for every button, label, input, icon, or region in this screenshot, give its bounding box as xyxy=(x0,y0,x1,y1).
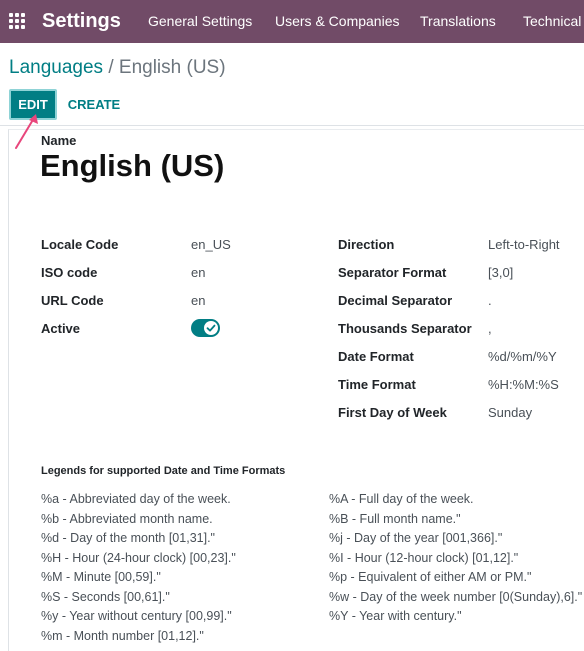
legend-item: %S - Seconds [00,61]." xyxy=(41,590,170,604)
legend-item: %H - Hour (24-hour clock) [00,23]." xyxy=(41,551,236,565)
legend-item: %w - Day of the week number [0(Sunday),6… xyxy=(329,590,583,604)
legend-item: %d - Day of the month [01,31]." xyxy=(41,531,215,545)
legend-item: %A - Full day of the week. xyxy=(329,492,474,506)
apps-grid-icon[interactable] xyxy=(9,13,26,30)
direction-label: Direction xyxy=(338,237,395,252)
record-name: English (US) xyxy=(40,148,225,183)
legend-item: %M - Minute [00,59]." xyxy=(41,570,161,584)
decimal-separator-value: . xyxy=(488,293,492,308)
legend-item: %m - Month number [01,12]." xyxy=(41,629,204,643)
menu-general-settings[interactable]: General Settings xyxy=(148,13,252,29)
active-toggle[interactable] xyxy=(191,319,220,337)
locale-code-value: en_US xyxy=(191,237,231,252)
url-code-label: URL Code xyxy=(41,293,104,308)
time-format-value: %H:%M:%S xyxy=(488,377,559,392)
legends-title: Legends for supported Date and Time Form… xyxy=(41,465,286,477)
time-format-label: Time Format xyxy=(338,377,416,392)
thousands-separator-label: Thousands Separator xyxy=(338,321,472,336)
legend-item: %j - Day of the year [001,366]." xyxy=(329,531,503,545)
first-day-of-week-value: Sunday xyxy=(488,405,533,420)
create-button[interactable]: CREATE xyxy=(64,89,124,120)
legend-item: %I - Hour (12-hour clock) [01,12]." xyxy=(329,551,519,565)
separator-format-label: Separator Format xyxy=(338,265,447,280)
url-code-value: en xyxy=(191,293,206,308)
menu-technical[interactable]: Technical xyxy=(523,13,581,29)
name-label: Name xyxy=(41,133,77,148)
breadcrumb-separator: / xyxy=(108,57,114,78)
legend-item: %p - Equivalent of either AM or PM." xyxy=(329,570,532,584)
legend-item: %Y - Year with century." xyxy=(329,609,462,623)
legend-item: %a - Abbreviated day of the week. xyxy=(41,492,231,506)
app-brand[interactable]: Settings xyxy=(42,10,121,33)
toggle-knob xyxy=(204,321,218,335)
iso-code-value: en xyxy=(191,265,206,280)
legend-item: %B - Full month name." xyxy=(329,512,461,526)
breadcrumb-languages-link[interactable]: Languages xyxy=(9,57,103,78)
locale-code-label: Locale Code xyxy=(41,237,119,252)
legend-item: %b - Abbreviated month name. xyxy=(41,512,213,526)
breadcrumb: Languages / English (US) xyxy=(9,57,226,79)
iso-code-label: ISO code xyxy=(41,265,98,280)
control-panel-divider xyxy=(0,125,584,126)
active-label: Active xyxy=(41,321,81,336)
date-format-value: %d/%m/%Y xyxy=(488,349,557,364)
separator-format-value: [3,0] xyxy=(488,265,514,280)
direction-value: Left-to-Right xyxy=(488,237,560,252)
breadcrumb-current: English (US) xyxy=(118,57,226,78)
menu-users-companies[interactable]: Users & Companies xyxy=(275,13,400,29)
menu-translations[interactable]: Translations xyxy=(420,13,496,29)
first-day-of-week-label: First Day of Week xyxy=(338,405,447,420)
check-icon xyxy=(206,324,216,332)
pointer-arrow-icon xyxy=(15,114,38,149)
decimal-separator-label: Decimal Separator xyxy=(338,293,453,308)
thousands-separator-value: , xyxy=(488,321,492,336)
date-format-label: Date Format xyxy=(338,349,414,364)
legend-item: %y - Year without century [00,99]." xyxy=(41,609,232,623)
top-navbar: Settings General Settings Users & Compan… xyxy=(0,0,584,43)
